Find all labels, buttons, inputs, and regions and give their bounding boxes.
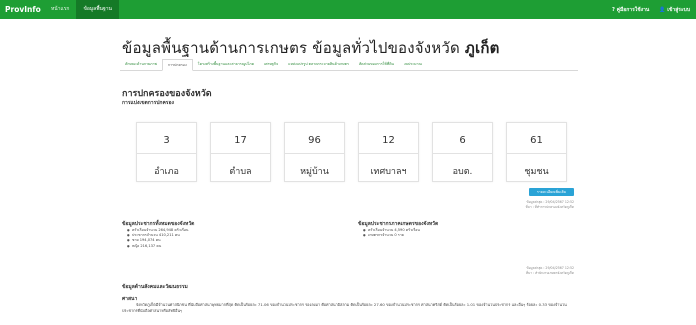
stat-value: 12	[382, 135, 395, 146]
tab-physical[interactable]: ลักษณะด้านกายภาพ	[120, 59, 162, 70]
stat-card-village: 96 หมู่บ้าน	[284, 122, 345, 182]
stat-card-district: 3 อำเภอ	[136, 122, 197, 182]
help-link[interactable]: ? คู่มือการใช้งาน	[612, 6, 649, 14]
stat-label: อบต.	[452, 167, 473, 177]
tab-land-use[interactable]: สัดส่วนของการใช้ที่ดิน	[354, 59, 399, 70]
stat-value: 3	[163, 135, 170, 146]
section-title: การปกครองของจังหวัด	[122, 89, 212, 99]
agri-update-note: ข้อมูลล่าสุด : 29/04/2567 12:52 ที่มา : …	[526, 266, 574, 276]
stat-card-sao: 6 อบต.	[432, 122, 493, 182]
nav-basic-info-link[interactable]: ข้อมูลพื้นฐาน	[76, 0, 119, 19]
agri-population-list: ครัวเรือนจำนวน 4,590 ครัวเรือน เกษตรกรจำ…	[362, 228, 420, 239]
stat-value: 6	[459, 135, 466, 146]
stat-label: ชุมชน	[524, 167, 549, 177]
stat-value: 61	[530, 135, 543, 146]
more-details-button[interactable]: รายละเอียดเพิ่มเติม	[529, 188, 574, 196]
stat-label: ตำบล	[229, 167, 252, 177]
update-source: ที่มา : สำนักงานเกษตรจังหวัดภูเก็ต	[526, 271, 574, 275]
stat-value: 96	[308, 135, 321, 146]
population-list: ครัวเรือนจำนวน 264,948 ครัวเรือน ประชากร…	[126, 228, 188, 249]
stat-label: หมู่บ้าน	[300, 167, 329, 177]
top-navbar: ProvInfo หน้าแรก ข้อมูลพื้นฐาน ? คู่มือก…	[0, 0, 696, 19]
page-title: ข้อมูลพื้นฐานด้านการเกษตร ข้อมูลทั่วไปขอ…	[122, 36, 500, 60]
brand-logo[interactable]: ProvInfo	[0, 5, 44, 14]
navbar-right: ? คู่มือการใช้งาน 👤 เข้าสู่ระบบ	[612, 6, 696, 14]
stat-card-municipality: 12 เทศบาลฯ	[358, 122, 419, 182]
stat-value: 17	[234, 135, 247, 146]
stat-divider	[211, 153, 270, 154]
stat-divider	[507, 153, 566, 154]
stat-label: อำเภอ	[154, 167, 179, 177]
login-link[interactable]: 👤 เข้าสู่ระบบ	[659, 6, 690, 14]
tab-governance[interactable]: การปกครอง	[161, 59, 193, 71]
tab-economy[interactable]: เศรษฐกิจ	[259, 59, 283, 70]
tab-processing-market[interactable]: แหล่งแปรรูป ตลาดกระจายสินค้าเกษตร	[283, 59, 354, 70]
religion-text: จังหวัดภูเก็ตมีจำนวนศาสนิกชน ที่นับถือศา…	[122, 302, 567, 313]
page-title-province: ภูเก็ต	[464, 39, 500, 57]
page-title-text: ข้อมูลพื้นฐานด้านการเกษตร ข้อมูลทั่วไปขอ…	[122, 39, 460, 57]
stat-divider	[433, 153, 492, 154]
stat-label: เทศบาลฯ	[370, 167, 407, 177]
society-title: ข้อมูลด้านสังคมและวัฒนธรรม	[122, 284, 188, 290]
stat-card-community: 61 ชุมชน	[506, 122, 567, 182]
login-label: เข้าสู่ระบบ	[667, 6, 690, 13]
stat-divider	[359, 153, 418, 154]
population-title: ข้อมูลประชากรทั้งหมดของจังหวัด	[122, 221, 195, 227]
list-item: เกษตรกรจำนวน 0 ราย	[362, 233, 420, 238]
agri-population-title: ข้อมูลประชากรภาคเกษตรของจังหวัด	[358, 221, 439, 227]
update-source: ที่มา : ที่ทำการปกครองจังหวัดภูเก็ต	[525, 205, 574, 209]
tab-infrastructure[interactable]: โครงสร้างพื้นฐานและสาธารณูปโภค	[193, 59, 259, 70]
section-subtitle: การแบ่งเขตการปกครอง	[122, 100, 174, 106]
governance-update-note: ข้อมูลล่าสุด : 29/04/2567 12:52 ที่มา : …	[526, 200, 574, 210]
nav-home-link[interactable]: หน้าแรก	[44, 0, 76, 19]
user-icon: 👤	[659, 6, 666, 13]
stat-divider	[137, 153, 196, 154]
tab-budget[interactable]: งบประมาณ	[399, 59, 427, 70]
stat-divider	[285, 153, 344, 154]
info-tabs: ลักษณะด้านกายภาพ การปกครอง โครงสร้างพื้น…	[120, 59, 578, 71]
list-item: หญิง 216,137 คน	[126, 244, 188, 249]
stat-card-subdistrict: 17 ตำบล	[210, 122, 271, 182]
